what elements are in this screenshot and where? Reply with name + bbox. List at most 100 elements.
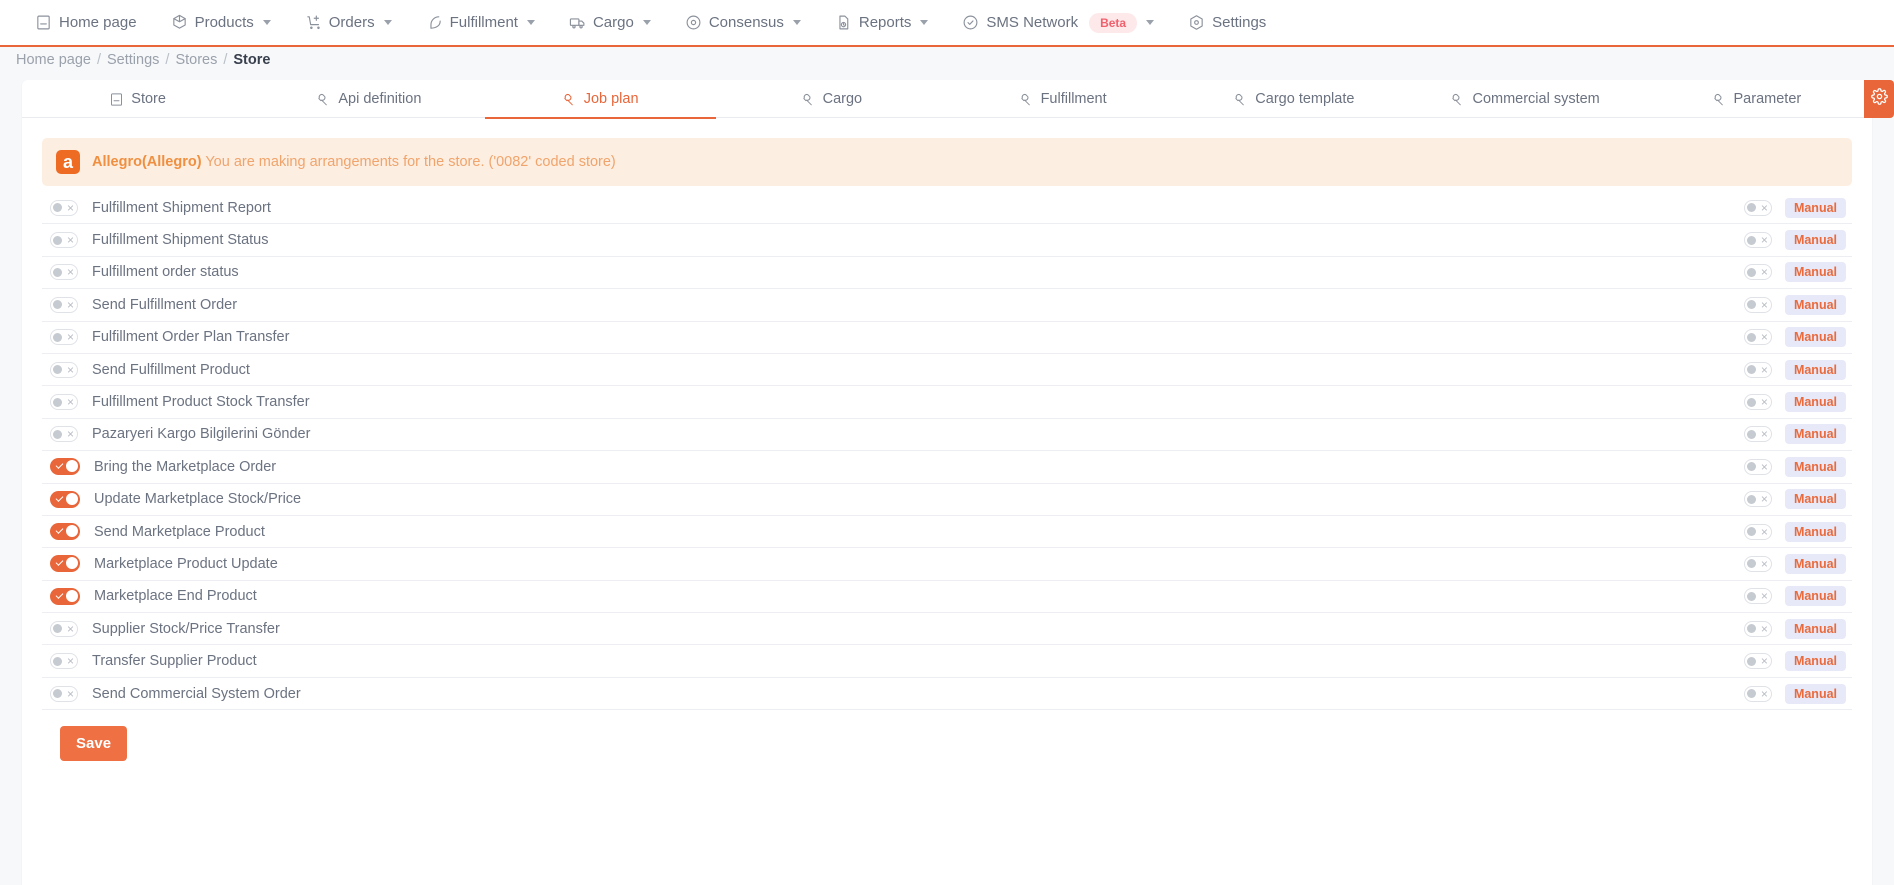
breadcrumb-separator: /: [223, 51, 228, 68]
job-plan-row: Send Fulfillment Product Manual: [42, 354, 1852, 387]
job-schedule-toggle[interactable]: [1743, 490, 1772, 508]
tab-job-plan[interactable]: Job plan: [484, 80, 717, 119]
job-plan-row: Fulfillment Product Stock Transfer Manual: [42, 386, 1852, 419]
job-enable-toggle[interactable]: [50, 328, 78, 346]
nav-item-settings[interactable]: Settings: [1171, 0, 1283, 45]
tab-api-definition[interactable]: Api definition: [253, 80, 484, 118]
job-schedule-toggle[interactable]: [1743, 555, 1772, 573]
breadcrumb-link-stores[interactable]: Stores: [175, 52, 217, 68]
job-mode-badge[interactable]: Manual: [1784, 230, 1846, 251]
job-mode-badge[interactable]: Manual: [1784, 586, 1846, 607]
job-schedule-toggle[interactable]: [1743, 587, 1772, 605]
nav-item-reports[interactable]: Reports: [818, 0, 946, 45]
job-schedule-toggle[interactable]: [1743, 620, 1772, 638]
report-clock-icon: [835, 14, 852, 31]
nav-item-home-page[interactable]: Home page: [18, 0, 154, 45]
row-right: Manual: [1743, 197, 1846, 218]
job-schedule-toggle[interactable]: [1743, 231, 1772, 249]
job-enable-toggle[interactable]: [50, 587, 80, 605]
job-mode-badge[interactable]: Manual: [1784, 553, 1846, 574]
tab-fulfillment[interactable]: Fulfillment: [947, 80, 1178, 118]
job-enable-toggle[interactable]: [50, 199, 78, 217]
job-mode-badge[interactable]: Manual: [1784, 327, 1846, 348]
job-enable-toggle[interactable]: [50, 490, 80, 508]
job-schedule-toggle[interactable]: [1743, 425, 1772, 443]
job-schedule-toggle[interactable]: [1743, 685, 1772, 703]
job-enable-toggle[interactable]: [50, 652, 78, 670]
job-enable-toggle[interactable]: [50, 458, 80, 476]
job-mode-badge[interactable]: Manual: [1784, 456, 1846, 477]
row-left: Fulfillment order status: [50, 263, 1744, 281]
job-enable-toggle[interactable]: [50, 425, 78, 443]
allegro-logo-icon: a: [56, 150, 80, 174]
job-mode-badge[interactable]: Manual: [1784, 359, 1846, 380]
wrench-icon: [316, 92, 331, 107]
breadcrumb-link-settings[interactable]: Settings: [107, 52, 159, 68]
chevron-down-icon[interactable]: [642, 20, 651, 25]
nav-item-fulfillment[interactable]: Fulfillment: [409, 0, 552, 45]
tab-bar: Store Api definition Job plan Cargo Fulfillm…: [22, 80, 1872, 119]
chevron-down-icon[interactable]: [1146, 20, 1155, 25]
job-schedule-toggle[interactable]: [1743, 458, 1772, 476]
job-enable-toggle[interactable]: [50, 231, 78, 249]
job-enable-toggle[interactable]: [50, 393, 78, 411]
chevron-down-icon[interactable]: [526, 20, 535, 25]
tab-cargo-template[interactable]: Cargo template: [1178, 80, 1409, 118]
tab-label: Parameter: [1733, 91, 1802, 107]
job-schedule-toggle[interactable]: [1743, 361, 1772, 379]
nav-item-orders[interactable]: Orders: [288, 0, 409, 45]
job-mode-badge[interactable]: Manual: [1784, 489, 1846, 510]
job-mode-badge[interactable]: Manual: [1784, 197, 1846, 218]
save-button[interactable]: Save: [60, 726, 128, 762]
settings-card: Store Api definition Job plan Cargo Fulfillm…: [22, 80, 1894, 885]
chevron-down-icon[interactable]: [920, 20, 929, 25]
job-mode-badge[interactable]: Manual: [1784, 294, 1846, 315]
nav-item-cargo[interactable]: Cargo: [552, 0, 668, 45]
tab-commercial-system[interactable]: Commercial system: [1410, 80, 1641, 118]
tab-cargo[interactable]: Cargo: [716, 80, 947, 118]
nav-item-consensus[interactable]: Consensus: [668, 0, 818, 45]
job-plan-label: Supplier Stock/Price Transfer: [92, 620, 280, 637]
chevron-down-icon[interactable]: [383, 20, 392, 25]
job-enable-toggle[interactable]: [50, 555, 80, 573]
breadcrumb-bar: Home page / Settings / Stores / Store: [0, 45, 1894, 72]
job-schedule-toggle[interactable]: [1743, 523, 1772, 541]
job-mode-badge[interactable]: Manual: [1784, 683, 1846, 704]
nav-item-label: Products: [194, 14, 254, 31]
job-enable-toggle[interactable]: [50, 620, 78, 638]
job-enable-toggle[interactable]: [50, 296, 78, 314]
job-plan-label: Send Fulfillment Product: [92, 361, 250, 378]
chevron-down-icon[interactable]: [262, 20, 271, 25]
chevron-down-icon[interactable]: [792, 20, 801, 25]
job-mode-badge[interactable]: Manual: [1784, 262, 1846, 283]
tab-store[interactable]: Store: [22, 80, 253, 118]
job-enable-toggle[interactable]: [50, 685, 78, 703]
job-enable-toggle[interactable]: [50, 263, 78, 281]
job-plan-row: Fulfillment Order Plan Transfer Manual: [42, 322, 1852, 354]
row-right: Manual: [1743, 230, 1846, 251]
breadcrumb-link-home-page[interactable]: Home page: [16, 52, 91, 68]
job-enable-toggle[interactable]: [50, 523, 80, 541]
job-mode-badge[interactable]: Manual: [1784, 651, 1846, 672]
job-plan-row: Send Marketplace Product Manual: [42, 516, 1852, 549]
tab-parameter[interactable]: Parameter: [1641, 80, 1872, 118]
job-mode-badge[interactable]: Manual: [1784, 521, 1846, 542]
job-plan-label: Fulfillment order status: [92, 264, 239, 281]
row-left: Send Fulfillment Product: [50, 361, 1744, 379]
job-schedule-toggle[interactable]: [1743, 652, 1772, 670]
job-mode-badge[interactable]: Manual: [1784, 424, 1846, 445]
job-enable-toggle[interactable]: [50, 361, 78, 379]
nav-item-sms-network[interactable]: SMS Network Beta: [945, 0, 1171, 45]
job-schedule-toggle[interactable]: [1743, 328, 1772, 346]
job-schedule-toggle[interactable]: [1743, 263, 1772, 281]
settings-gear-button[interactable]: [1864, 80, 1894, 118]
job-mode-badge[interactable]: Manual: [1784, 618, 1846, 639]
job-schedule-toggle[interactable]: [1743, 296, 1772, 314]
nav-item-products[interactable]: Products: [154, 0, 288, 45]
job-schedule-toggle[interactable]: [1743, 393, 1772, 411]
row-left: Marketplace Product Update: [50, 555, 1744, 573]
alert-store-name: Allegro(Allegro): [92, 154, 202, 170]
job-schedule-toggle[interactable]: [1743, 199, 1772, 217]
job-mode-badge[interactable]: Manual: [1784, 392, 1846, 413]
job-plan-label: Send Fulfillment Order: [92, 296, 238, 313]
